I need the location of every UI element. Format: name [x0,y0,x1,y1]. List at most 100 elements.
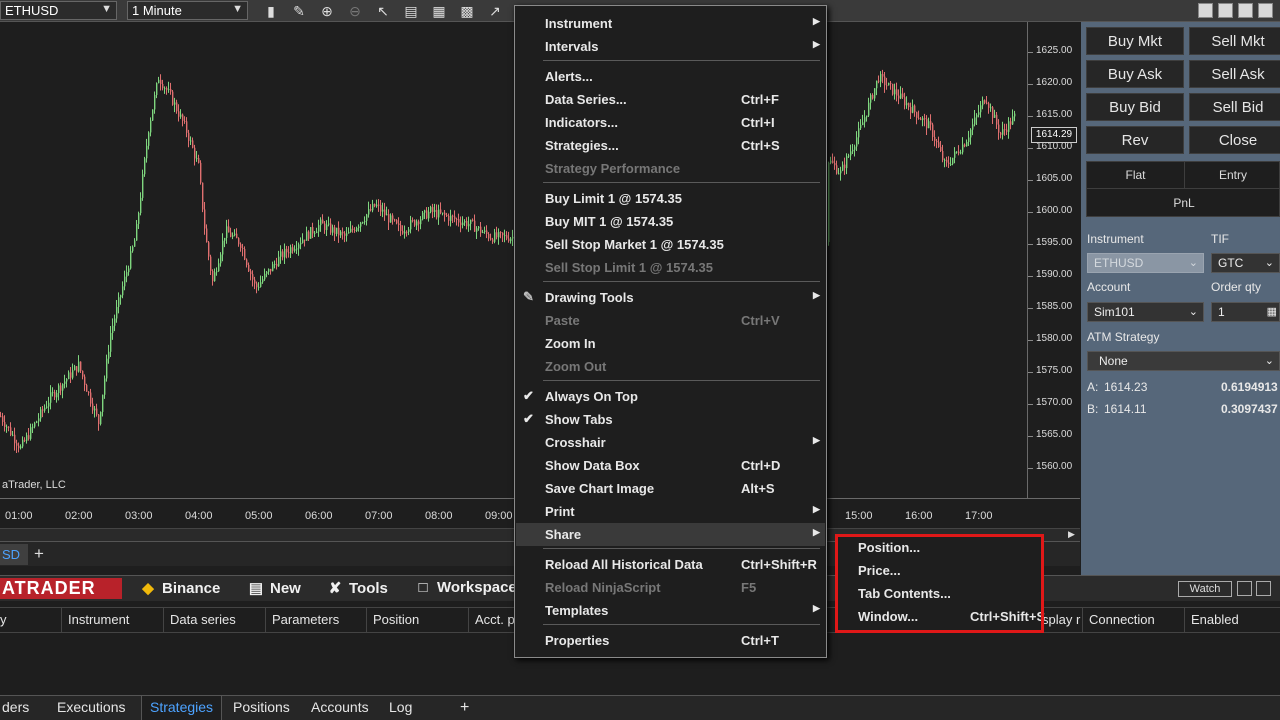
scroll-right-icon[interactable]: ▶ [1068,529,1075,540]
pointer-icon[interactable]: ↖ [374,2,392,20]
menu-item-share[interactable]: Share ▶ [516,523,825,546]
menu-item-save-chart-image[interactable]: Save Chart Image Alt+S [516,477,825,500]
menu-item-alerts[interactable]: Alerts... [516,65,825,88]
tab-accounts[interactable]: Accounts [303,696,377,720]
menu-item-sell-stop-market-1-1574-35[interactable]: Sell Stop Market 1 @ 1574.35 [516,233,825,256]
chart-tab[interactable]: SD [0,544,28,565]
menu-separator [543,380,820,381]
column-header[interactable]: Data series [163,608,265,633]
bar-type-icon[interactable]: ▮ [262,2,280,20]
properties-icon[interactable]: ▩ [458,2,476,20]
sell-ask-button[interactable]: Sell Ask [1189,60,1280,88]
menu-item-show-data-box[interactable]: Show Data Box Ctrl+D [516,454,825,477]
calculator-icon[interactable]: ▦ [1267,305,1277,318]
column-header[interactable]: splay r [1040,608,1082,633]
menu-item-indicators[interactable]: Indicators... Ctrl+I [516,111,825,134]
column-header[interactable]: Instrument [61,608,163,633]
column-header[interactable]: Enabled [1184,608,1280,633]
tab-positions[interactable]: Positions [225,696,298,720]
drawing-tools-icon[interactable]: ✎ [290,2,308,20]
menu-item-buy-limit-1-1574-35[interactable]: Buy Limit 1 @ 1574.35 [516,187,825,210]
column-header[interactable]: Position [366,608,468,633]
interval-selector[interactable]: 1 Minute ▼ [127,1,248,20]
candle-body [1014,113,1016,117]
candle-body [450,215,452,221]
instrument-selector[interactable]: ETHUSD ▼ [0,1,117,20]
menu-workspaces[interactable]: □ Workspace [415,579,516,596]
menu-item-crosshair[interactable]: Crosshair ▶ [516,431,825,454]
candle-body [214,272,216,282]
menu-item-shortcut: Alt+S [741,481,775,496]
checkmark-icon: ✔ [523,411,534,426]
menu-item-reload-all-historical-data[interactable]: Reload All Historical Data Ctrl+Shift+R [516,553,825,576]
menu-item-properties[interactable]: Properties Ctrl+T [516,629,825,652]
buy-ask-button[interactable]: Buy Ask [1086,60,1184,88]
menu-item-strategies[interactable]: Strategies... Ctrl+S [516,134,825,157]
column-header[interactable]: Acct. po [468,608,518,633]
data-box-icon[interactable]: ▤ [402,2,420,20]
candle-body [42,409,44,411]
maximize-icon[interactable] [1256,581,1271,596]
price-tick-mark [1028,308,1033,309]
buy-bid-button[interactable]: Buy Bid [1086,93,1184,121]
menu-item-data-series[interactable]: Data Series... Ctrl+F [516,88,825,111]
add-tab-button[interactable]: + [34,544,44,564]
menu-binance[interactable]: ◆ Binance [140,579,220,597]
instrument-select[interactable]: ETHUSD ⌄ [1087,253,1204,273]
candle-body [208,242,210,257]
menu-item-show-tabs[interactable]: ✔ Show Tabs [516,408,825,431]
tab-orders[interactable]: ders [0,696,37,720]
tif-select[interactable]: GTC ⌄ [1211,253,1280,273]
window-tile-icon[interactable] [1218,3,1233,18]
candle-body [70,372,72,378]
tab-executions[interactable]: Executions [49,696,133,720]
zoom-in-icon[interactable]: ⊕ [318,2,336,20]
candle-body [386,214,388,216]
candle-body [196,158,198,160]
menu-item-print[interactable]: Print ▶ [516,500,825,523]
minimize-icon[interactable] [1238,3,1253,18]
chart-trader-icon[interactable]: ▦ [430,2,448,20]
menu-tools[interactable]: ✘ Tools [327,579,388,597]
maximize-icon[interactable] [1258,3,1273,18]
buy-mkt-button[interactable]: Buy Mkt [1086,27,1184,55]
tab-strategies[interactable]: Strategies [141,696,223,720]
strategy-icon[interactable]: ↗ [486,2,504,20]
tab-log[interactable]: Log [381,696,420,720]
zoom-out-icon[interactable]: ⊖ [346,2,364,20]
menu-item-always-on-top[interactable]: ✔ Always On Top [516,385,825,408]
menu-item-templates[interactable]: Templates ▶ [516,599,825,622]
account-select[interactable]: Sim101 ⌄ [1087,302,1204,322]
price-tick-label: 1575.00 [1036,365,1073,376]
order-qty-stepper[interactable]: 1 ▦ [1211,302,1280,322]
menu-separator [543,624,820,625]
menu-item-zoom-in[interactable]: Zoom In [516,332,825,355]
candle-body [924,118,926,120]
sell-bid-button[interactable]: Sell Bid [1189,93,1280,121]
candle-body [480,226,482,233]
candle-body [128,268,130,273]
menu-new[interactable]: ▤ New [248,579,301,597]
candle-body [162,84,164,89]
menu-item-instrument[interactable]: Instrument ▶ [516,12,825,35]
menu-item-drawing-tools[interactable]: ✎ Drawing Tools ▶ [516,286,825,309]
reverse-button[interactable]: Rev [1086,126,1184,154]
candle-body [402,230,404,234]
watch-button[interactable]: Watch [1178,581,1232,597]
menu-item-buy-mit-1-1574-35[interactable]: Buy MIT 1 @ 1574.35 [516,210,825,233]
candle-body [18,445,20,449]
column-header[interactable]: y [0,608,62,633]
sell-mkt-button[interactable]: Sell Mkt [1189,27,1280,55]
atm-strategy-select[interactable]: None ⌄ [1087,351,1280,371]
add-tab-button[interactable]: + [452,696,477,720]
candle-body [360,222,362,227]
column-header[interactable]: Connection [1082,608,1184,633]
minimize-icon[interactable] [1237,581,1252,596]
menu-item-intervals[interactable]: Intervals ▶ [516,35,825,58]
column-header[interactable]: Parameters [265,608,366,633]
close-button[interactable]: Close [1189,126,1280,154]
window-pin-icon[interactable] [1198,3,1213,18]
price-axis[interactable]: 1625.00 1620.00 1615.00 1610.00 1605.00 1600.… [1027,22,1080,498]
candle-body [72,370,74,378]
candle-body [328,223,330,225]
